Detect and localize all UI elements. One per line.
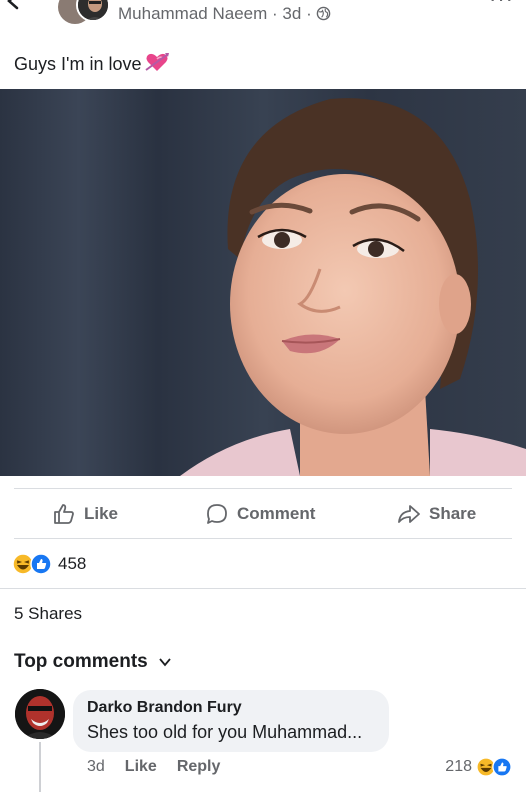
- post-photo[interactable]: [0, 89, 526, 476]
- like-icon: [30, 553, 52, 575]
- commenter-name[interactable]: Darko Brandon Fury: [87, 699, 375, 717]
- comment-thread-line: [39, 742, 41, 792]
- reaction-count: 458: [58, 554, 87, 573]
- comment-reaction-count: 218: [445, 758, 472, 775]
- comment-sort-dropdown[interactable]: Top comments: [14, 651, 172, 673]
- caption-text: Guys I'm in love: [14, 54, 142, 74]
- comment-bubble-icon: [207, 504, 227, 524]
- meta-separator: ·: [272, 4, 278, 23]
- comment-label: Comment: [237, 504, 316, 523]
- share-arrow-icon: [398, 505, 420, 523]
- share-button[interactable]: Share: [397, 496, 476, 532]
- comment-reactions[interactable]: 218: [445, 757, 512, 777]
- divider-reactions: [0, 588, 526, 589]
- share-label: Share: [429, 504, 477, 523]
- chevron-down-icon: [159, 658, 171, 667]
- comment-meta: 3d Like Reply: [87, 758, 220, 776]
- commenter-avatar[interactable]: [15, 689, 65, 739]
- post-meta: Muhammad Naeem · 3d ·: [118, 4, 331, 24]
- post-header: Muhammad Naeem · 3d · ···: [0, 0, 526, 32]
- like-button[interactable]: Like: [52, 496, 118, 532]
- more-options-icon[interactable]: ···: [489, 0, 514, 12]
- heart-with-arrow-icon: [145, 53, 170, 71]
- author-avatar[interactable]: [58, 0, 110, 30]
- comment-button[interactable]: Comment: [205, 496, 315, 532]
- post-actions: Like Comment Share: [0, 496, 526, 536]
- comment-like-button[interactable]: Like: [125, 758, 157, 776]
- like-label: Like: [84, 504, 119, 523]
- author-name[interactable]: Muhammad Naeem: [118, 4, 267, 23]
- post-caption: Guys I'm in love: [14, 51, 170, 75]
- reaction-summary[interactable]: 458: [12, 551, 86, 577]
- thumbs-up-icon: [54, 504, 74, 524]
- globe-icon: [317, 6, 331, 21]
- meta-separator-2: ·: [306, 4, 312, 23]
- divider-actions: [14, 538, 512, 539]
- shares-count[interactable]: 5 Shares: [14, 604, 82, 624]
- comment-reply-button[interactable]: Reply: [177, 758, 221, 776]
- comment-sort-label: Top comments: [14, 651, 148, 672]
- portrait-illustration: [0, 89, 526, 476]
- back-chevron-icon[interactable]: [4, 0, 22, 10]
- comment-text: Shes too old for you Muhammad...: [87, 722, 363, 742]
- like-icon: [492, 757, 512, 777]
- comment-timestamp[interactable]: 3d: [87, 758, 105, 776]
- comment-bubble[interactable]: Darko Brandon Fury Shes too old for you …: [73, 690, 389, 752]
- divider-top: [14, 488, 512, 489]
- post-timestamp[interactable]: 3d: [282, 4, 301, 23]
